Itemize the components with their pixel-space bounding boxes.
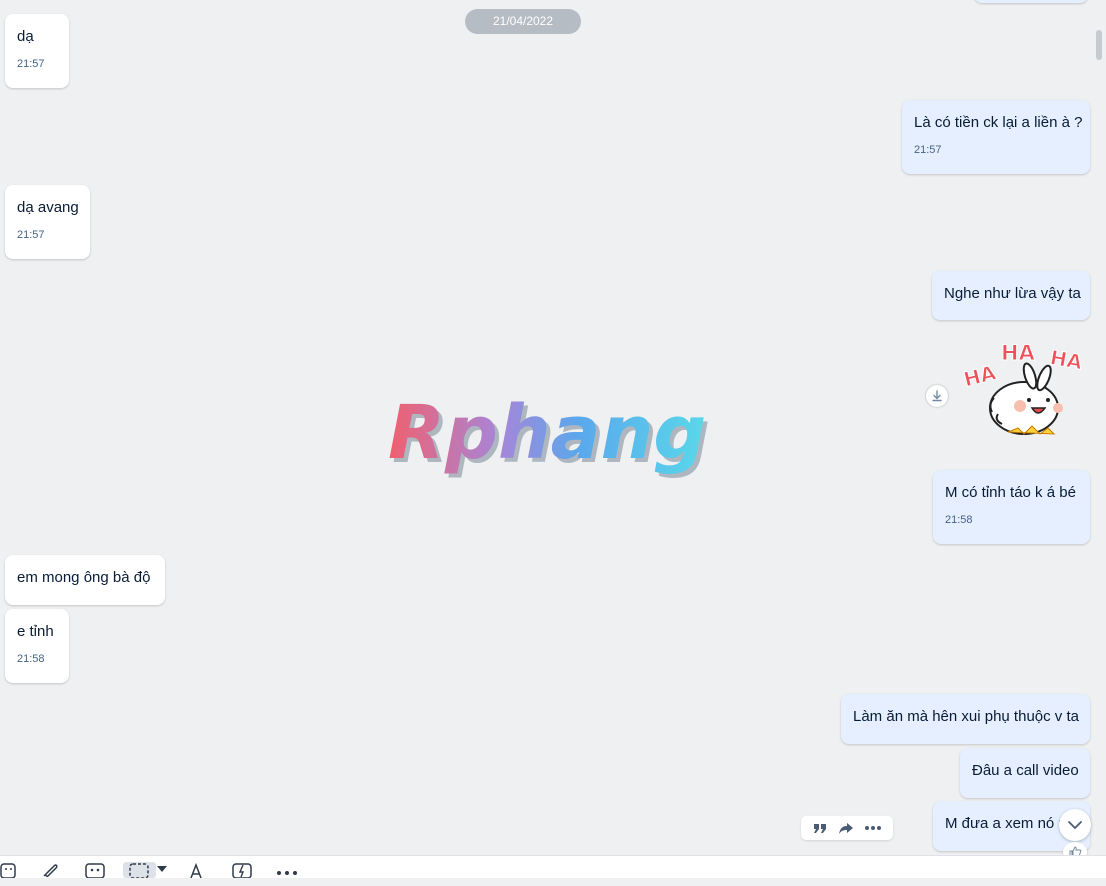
previous-message-edge[interactable]: [974, 0, 1088, 3]
message-incoming[interactable]: dạ 21:57: [5, 14, 69, 88]
like-button[interactable]: [1063, 842, 1087, 855]
date-divider: 21/04/2022: [465, 9, 581, 34]
message-time: 21:58: [17, 653, 45, 665]
message-text: dạ: [17, 28, 34, 45]
contact-card-icon[interactable]: [85, 862, 105, 878]
message-time: 21:57: [914, 144, 942, 156]
message-outgoing[interactable]: Làm ăn mà hên xui phụ thuộc v ta: [841, 694, 1090, 744]
watermark-logo: Rphang Rphang: [388, 390, 728, 484]
more-icon[interactable]: [276, 870, 298, 886]
message-time: 21:57: [17, 58, 45, 70]
chat-view: 21/04/2022 dạ 21:57 Là có tiền ck lại a …: [0, 0, 1106, 855]
message-text: Nghe như lừa vậy ta: [944, 285, 1081, 302]
more-icon[interactable]: [864, 825, 882, 831]
message-text: M có tỉnh táo k á bé: [945, 484, 1076, 501]
chevron-down-icon: [1068, 821, 1082, 830]
scrollbar[interactable]: [1096, 30, 1102, 60]
quote-icon[interactable]: [812, 821, 828, 835]
message-text: Là có tiền ck lại a liền à ?: [914, 114, 1083, 131]
message-outgoing[interactable]: M có tỉnh táo k á bé 21:58: [933, 470, 1090, 544]
message-time: 21:57: [17, 229, 45, 241]
text-format-icon[interactable]: [189, 862, 211, 878]
thumbs-up-icon: [1069, 846, 1082, 855]
message-text: Đâu a call video: [972, 762, 1079, 779]
message-text: em mong ông bà độ: [17, 569, 151, 586]
sticker-icon[interactable]: [0, 862, 18, 878]
message-time: 21:58: [945, 514, 973, 526]
dropdown-arrow-icon[interactable]: [157, 866, 167, 882]
message-outgoing[interactable]: Là có tiền ck lại a liền à ? 21:57: [902, 100, 1090, 174]
message-actions: [801, 816, 893, 840]
quick-message-icon[interactable]: [232, 862, 252, 878]
download-icon[interactable]: [926, 385, 948, 407]
screenshot-icon[interactable]: [123, 862, 156, 878]
message-text: e tỉnh: [17, 623, 54, 640]
composer-toolbar: [0, 855, 1106, 878]
share-icon[interactable]: [838, 821, 854, 835]
message-outgoing[interactable]: Đâu a call video: [960, 748, 1090, 798]
message-text: Làm ăn mà hên xui phụ thuộc v ta: [853, 708, 1079, 725]
message-incoming[interactable]: e tỉnh 21:58: [5, 609, 69, 683]
sticker-text-3: HA: [1048, 345, 1084, 374]
sticker-text-2: HA: [1001, 341, 1036, 365]
message-incoming[interactable]: dạ avang 21:57: [5, 185, 90, 259]
message-text: dạ avang: [17, 199, 79, 216]
message-incoming[interactable]: em mong ông bà độ: [5, 555, 165, 605]
scroll-to-bottom-button[interactable]: [1059, 809, 1091, 841]
sticker-haha-bunny[interactable]: HA HA HA: [958, 338, 1088, 448]
watermark-text: Rphang: [388, 394, 706, 476]
sticker-text-1: HA: [961, 360, 999, 391]
attach-icon[interactable]: [40, 862, 60, 878]
message-outgoing[interactable]: Nghe như lừa vậy ta: [932, 271, 1090, 320]
